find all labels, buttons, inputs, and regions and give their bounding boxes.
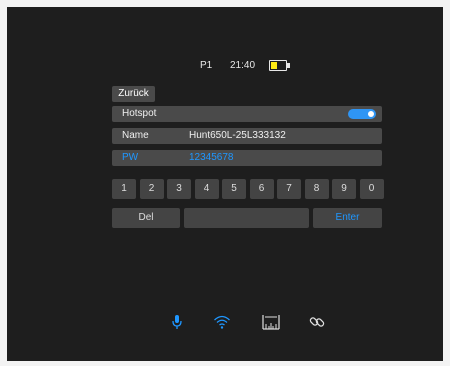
name-label: Name bbox=[122, 130, 149, 141]
hotspot-row[interactable]: Hotspot bbox=[112, 106, 382, 122]
digit-key-7[interactable]: 7 bbox=[277, 179, 301, 199]
enter-key[interactable]: Enter bbox=[313, 208, 382, 228]
toggle-knob bbox=[368, 111, 374, 117]
profile-indicator: P1 bbox=[200, 60, 213, 71]
password-label: PW bbox=[122, 152, 139, 163]
hotspot-toggle[interactable] bbox=[348, 109, 376, 119]
digit-key-6[interactable]: 6 bbox=[249, 179, 274, 199]
digit-key-1[interactable]: 1 bbox=[112, 179, 136, 199]
digit-key-5[interactable]: 5 bbox=[222, 179, 246, 199]
delete-key[interactable]: Del bbox=[112, 208, 180, 228]
link-icon[interactable] bbox=[308, 313, 326, 331]
password-value: 12345678 bbox=[189, 152, 234, 163]
digit-key-0[interactable]: 0 bbox=[359, 179, 384, 199]
battery-icon bbox=[269, 60, 287, 71]
name-value: Hunt650L-25L333132 bbox=[189, 130, 286, 141]
space-key[interactable] bbox=[184, 208, 309, 228]
hotspot-label: Hotspot bbox=[122, 108, 157, 119]
digit-key-4[interactable]: 4 bbox=[194, 179, 219, 199]
digit-key-9[interactable]: 9 bbox=[332, 179, 356, 199]
ruler-icon[interactable] bbox=[261, 313, 280, 331]
status-bar: P1 21:40 bbox=[7, 59, 443, 73]
device-screen: P1 21:40 Zurück Hotspot Name Hunt650L-25… bbox=[7, 7, 443, 361]
microphone-icon[interactable] bbox=[168, 313, 186, 331]
name-row[interactable]: Name Hunt650L-25L333132 bbox=[112, 128, 382, 144]
clock: 21:40 bbox=[230, 60, 256, 71]
digit-key-8[interactable]: 8 bbox=[304, 179, 329, 199]
wifi-icon[interactable] bbox=[213, 313, 231, 331]
battery-tip bbox=[287, 63, 290, 68]
digit-key-3[interactable]: 3 bbox=[167, 179, 191, 199]
digit-key-2[interactable]: 2 bbox=[139, 179, 164, 199]
password-row[interactable]: PW 12345678 bbox=[112, 150, 382, 166]
back-button[interactable]: Zurück bbox=[112, 86, 155, 102]
battery-level bbox=[271, 62, 277, 69]
